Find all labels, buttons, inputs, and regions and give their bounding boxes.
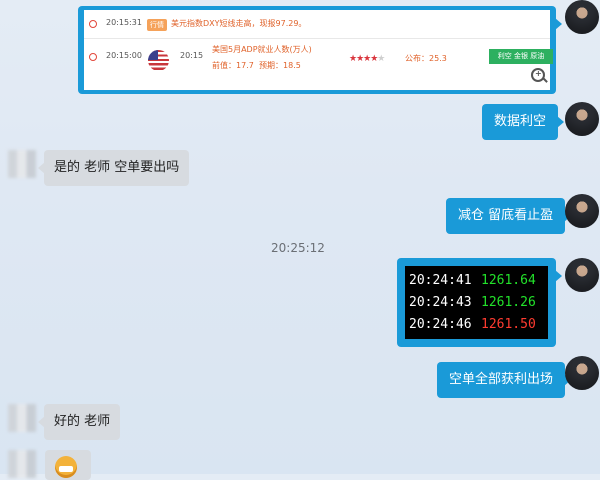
ticker-time: 20:24:46 — [409, 317, 472, 332]
avatar[interactable] — [565, 102, 599, 136]
event-title: 美国5月ADP就业人数(万人) — [212, 45, 312, 54]
impact-button[interactable]: 利空 金银 原油 — [489, 49, 553, 64]
previous-value: 前值：17.7 — [212, 61, 254, 70]
grinning-emoji-icon — [55, 456, 77, 478]
forecast-value: 预期：18.5 — [259, 61, 301, 70]
timestamp: 20:25:12 — [271, 241, 325, 255]
avatar[interactable] — [565, 356, 599, 390]
zoom-in-icon[interactable]: + — [531, 68, 545, 82]
avatar[interactable] — [565, 258, 599, 292]
avatar[interactable] — [8, 150, 36, 178]
ticker-price: 1261.64 — [481, 273, 536, 288]
message-bubble[interactable]: 空单全部获利出场 — [437, 362, 572, 398]
avatar[interactable] — [8, 404, 36, 432]
message-bubble[interactable]: 好的 老师 — [37, 404, 121, 440]
avatar[interactable] — [565, 194, 599, 228]
calendar-card: 20:15:31 行情 美元指数DXY短线走高，现报97.29。 20:15:0… — [84, 10, 553, 90]
calendar-news-row: 20:15:31 行情 美元指数DXY短线走高，现报97.29。 — [84, 10, 550, 39]
avatar[interactable] — [565, 0, 599, 34]
ticker-time: 20:24:41 — [409, 273, 472, 288]
actual-value: 公布：25.3 — [405, 54, 447, 63]
calendar-card-bubble[interactable]: 20:15:31 行情 美元指数DXY短线走高，现报97.29。 20:15:0… — [78, 6, 562, 94]
ticker-price: 1261.26 — [481, 295, 536, 310]
news-tag: 行情 — [147, 19, 167, 31]
message-bubble[interactable]: 是的 老师 空单要出吗 — [37, 150, 190, 186]
news-text: 美元指数DXY短线走高，现报97.29。 — [171, 19, 307, 28]
alarm-clock-icon — [89, 53, 97, 61]
news-time: 20:15:31 — [106, 18, 142, 27]
message-bubble[interactable]: 数据利空 — [482, 104, 565, 140]
ticker-time: 20:24:43 — [409, 295, 472, 310]
us-flag-icon — [148, 50, 169, 71]
ticker-row: 20:24:46 1261.50 — [409, 314, 536, 336]
ticker-image-bubble[interactable]: 20:24:41 1261.64 20:24:43 1261.26 20:24:… — [397, 258, 562, 347]
ticker-price: 1261.50 — [481, 317, 536, 332]
emoji-message-bubble[interactable] — [45, 450, 91, 480]
importance-stars: ★★★★★ — [349, 54, 385, 64]
release-time: 20:15 — [180, 51, 204, 60]
ticker-row: 20:24:43 1261.26 — [409, 292, 536, 314]
calendar-data-row: 20:15:00 20:15 美国5月ADP就业人数(万人) 前值：17.7 预… — [84, 40, 553, 88]
price-ticker: 20:24:41 1261.64 20:24:43 1261.26 20:24:… — [405, 266, 548, 339]
ticker-row: 20:24:41 1261.64 — [409, 270, 536, 292]
alarm-clock-icon — [89, 20, 97, 28]
event-time: 20:15:00 — [106, 51, 142, 60]
message-bubble[interactable]: 减仓 留底看止盈 — [446, 198, 572, 234]
